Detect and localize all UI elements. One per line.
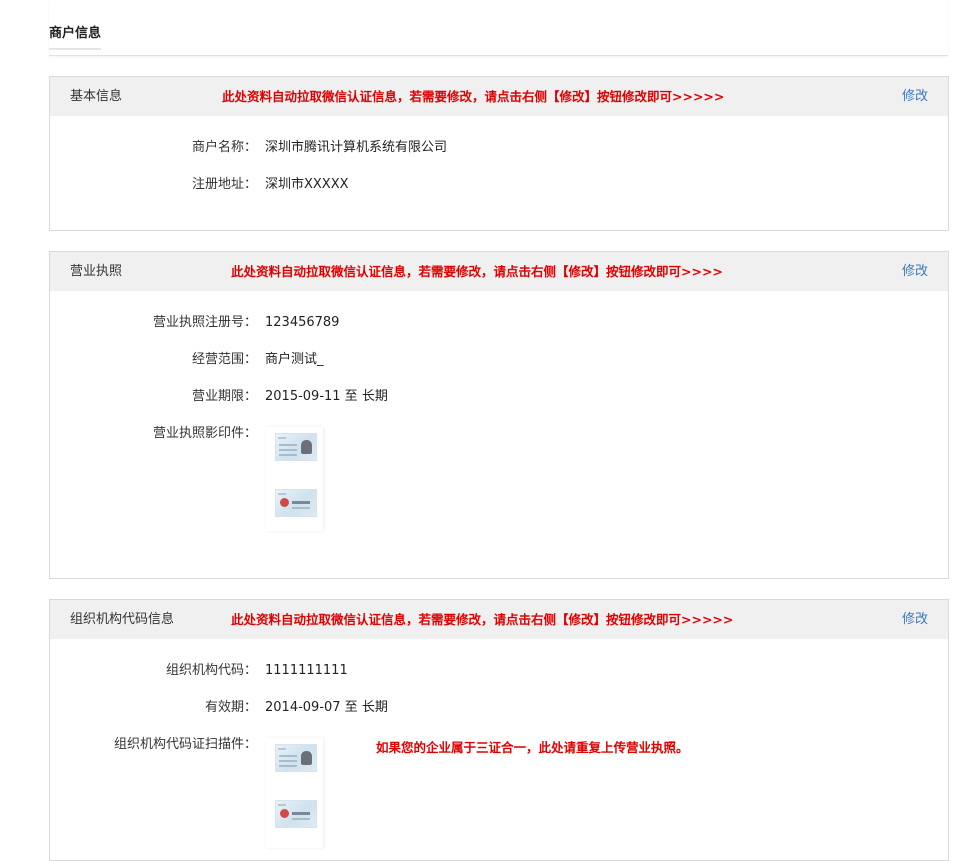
page-header: 商户信息	[49, 0, 948, 56]
org-code-header: 组织机构代码信息 此处资料自动拉取微信认证信息，若需要修改，请点击右侧【修改】按…	[50, 600, 948, 639]
business-license-notice: 此处资料自动拉取微信认证信息，若需要修改，请点击右侧【修改】按钮修改即可>>>>	[231, 264, 723, 279]
field-row: 注册地址： 深圳市XXXXX	[50, 176, 948, 194]
field-label: 组织机构代码证扫描件：	[113, 737, 257, 752]
business-license-header: 营业执照 此处资料自动拉取微信认证信息，若需要修改，请点击右侧【修改】按钮修改即…	[50, 252, 948, 291]
field-label: 组织机构代码：	[165, 663, 257, 678]
field-label: 注册地址：	[191, 177, 257, 192]
page-title: 商户信息	[49, 26, 102, 50]
field-label: 商户名称：	[191, 140, 257, 155]
basic-info-notice: 此处资料自动拉取微信认证信息，若需要修改，请点击右侧【修改】按钮修改即可>>>>…	[222, 89, 725, 104]
org-code-notice: 此处资料自动拉取微信认证信息，若需要修改，请点击右侧【修改】按钮修改即可>>>>…	[231, 612, 734, 627]
business-scope-value: 商户测试_	[265, 352, 324, 367]
field-row: 有效期： 2014-09-07 至 长期	[50, 699, 948, 717]
validity-value: 2014-09-07 至 长期	[265, 700, 388, 715]
org-code-value: 1111111111	[265, 663, 348, 678]
field-label: 营业期限：	[191, 389, 257, 404]
field-label: 营业执照影印件：	[152, 426, 257, 441]
business-license-edit-link[interactable]: 修改	[902, 252, 928, 291]
field-row: 经营范围： 商户测试_	[50, 351, 948, 369]
business-term-value: 2015-09-11 至 长期	[265, 389, 388, 404]
field-label: 经营范围：	[191, 352, 257, 367]
field-row: 营业执照注册号： 123456789	[50, 314, 948, 332]
field-label: 营业执照注册号：	[152, 315, 257, 330]
basic-info-header: 基本信息 此处资料自动拉取微信认证信息，若需要修改，请点击右侧【修改】按钮修改即…	[50, 77, 948, 116]
org-code-scan-thumbnails	[265, 738, 323, 848]
org-code-section: 组织机构代码信息 此处资料自动拉取微信认证信息，若需要修改，请点击右侧【修改】按…	[49, 599, 949, 861]
license-number-value: 123456789	[265, 315, 340, 330]
merchant-name-value: 深圳市腾讯计算机系统有限公司	[265, 140, 448, 155]
business-license-section: 营业执照 此处资料自动拉取微信认证信息，若需要修改，请点击右侧【修改】按钮修改即…	[49, 251, 949, 579]
basic-info-edit-link[interactable]: 修改	[902, 77, 928, 116]
field-label: 有效期：	[204, 700, 257, 715]
field-row: 组织机构代码： 1111111111	[50, 662, 948, 680]
field-row: 营业执照影印件：	[50, 425, 948, 443]
field-row: 商户名称： 深圳市腾讯计算机系统有限公司	[50, 139, 948, 157]
business-license-title: 营业执照	[70, 264, 123, 279]
id-card-image-icon[interactable]	[275, 800, 317, 828]
id-card-image-icon[interactable]	[275, 744, 317, 772]
basic-info-section: 基本信息 此处资料自动拉取微信认证信息，若需要修改，请点击右侧【修改】按钮修改即…	[49, 76, 949, 231]
id-card-image-icon[interactable]	[275, 489, 317, 517]
license-copy-thumbnails	[265, 427, 323, 531]
org-code-edit-link[interactable]: 修改	[902, 600, 928, 639]
basic-info-title: 基本信息	[70, 89, 123, 104]
three-in-one-note: 如果您的企业属于三证合一，此处请重复上传营业执照。	[376, 740, 689, 755]
org-code-title: 组织机构代码信息	[70, 612, 175, 627]
field-row: 营业期限： 2015-09-11 至 长期	[50, 388, 948, 406]
id-card-image-icon[interactable]	[275, 433, 317, 461]
registered-address-value: 深圳市XXXXX	[265, 177, 349, 192]
